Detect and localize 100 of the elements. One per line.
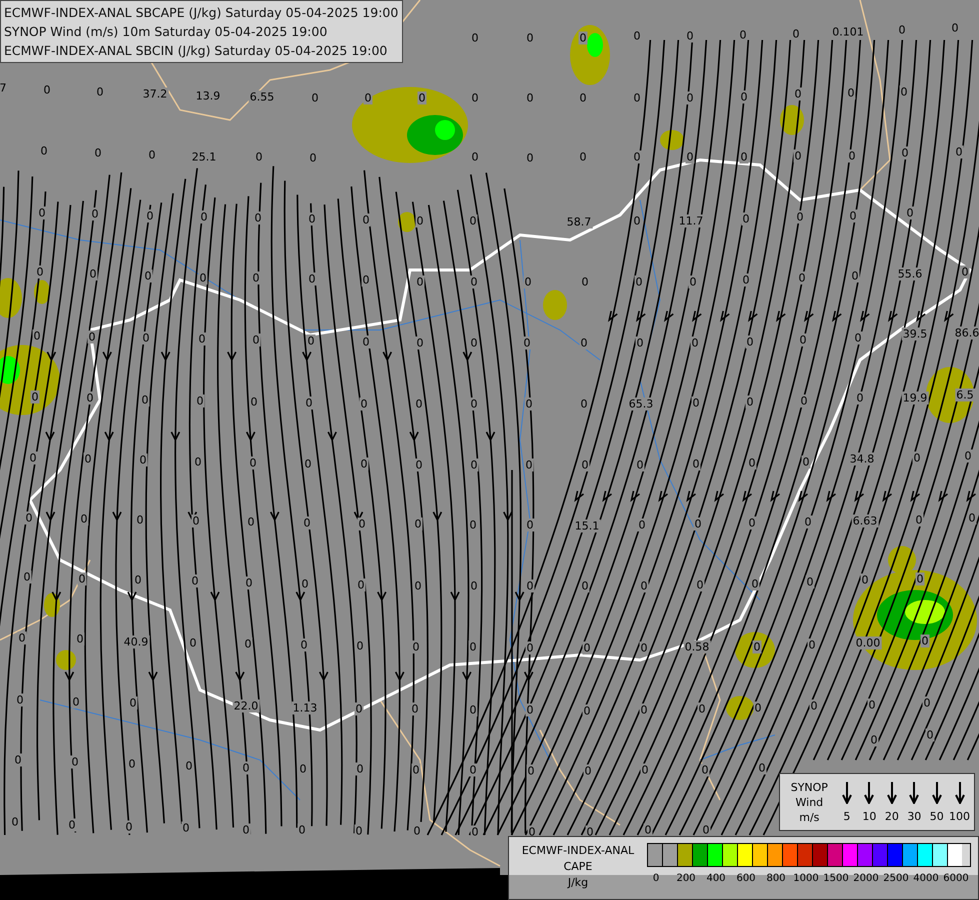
station-value: 0 [806,576,814,588]
station-value: 0 [414,398,424,410]
station-value: 0 [42,84,52,96]
station-value: 0 [184,760,194,772]
station-value: 0 [526,32,534,44]
station-value: 1.13 [292,702,318,714]
station-value: 6.55 [248,90,276,104]
station-value: 0 [244,638,252,650]
legend-title: Wind [796,794,824,810]
station-value: 0 [96,86,104,98]
station-value: 0 [900,146,910,160]
station-value: 0 [86,392,94,404]
station-value: 0 [310,92,320,104]
station-value: 0 [742,212,750,226]
station-value: 0 [416,276,424,288]
station-value: 0 [634,276,644,288]
station-value: 0 [140,394,150,406]
station-value: 0 [470,580,478,592]
cape-area [0,278,22,318]
scale-label: 4000 [912,873,940,884]
station-value: 0 [18,632,26,644]
station-value: 0 [250,396,258,408]
station-value: 0 [578,92,588,104]
station-value: 0 [90,208,100,220]
station-value: 0 [580,458,590,472]
station-value: 0 [632,30,642,42]
station-value: 0 [632,214,642,228]
station-value: 0 [244,576,254,590]
station-value: 13.9 [194,90,222,102]
station-value: 0 [22,570,32,584]
station-value: 0 [846,86,856,100]
station-value: 0 [848,210,858,222]
arrow-down-icon [886,782,897,804]
station-value: 0 [308,212,316,226]
station-value: 0 [870,734,878,746]
scale-label: 2500 [882,873,910,884]
legend-title: CAPE [564,859,592,875]
station-value: 0.00 [854,636,882,650]
station-value: 0 [418,92,426,104]
station-value: 0 [800,394,808,408]
station-value: 0 [580,336,588,350]
station-value: 0 [578,32,588,44]
station-value: 0 [526,92,534,104]
scale-label: 0 [652,873,660,884]
station-value: 0 [356,578,366,592]
station-value: 25.1 [190,150,218,164]
station-value: 0 [246,516,256,528]
station-value: 0 [354,702,364,716]
station-value: 55.6 [896,268,924,280]
station-value: 0 [362,214,370,226]
station-value: 0 [304,396,314,410]
station-value: 0 [526,764,536,778]
station-value: 34.8 [848,452,876,466]
station-value: 0 [76,632,84,646]
station-value: 0 [416,214,424,228]
station-value: 0 [414,518,422,530]
station-value: 0 [128,758,136,770]
station-value: 0 [470,92,480,104]
station-value: 0 [298,762,308,776]
cape-area [0,345,60,415]
station-value: 0 [912,452,922,464]
station-value: 0 [746,336,754,348]
scale-label: 800 [765,873,787,884]
station-value: 0 [144,270,152,282]
map-title: ECMWF-INDEX-ANAL SBCAPE (J/kg) Saturday 05-04-2025 19:00 [4,4,398,22]
speed-label: 30 [907,810,922,822]
station-value: 0 [798,334,808,346]
station-value: 0 [254,150,264,164]
station-value: 0 [470,458,478,472]
station-value: 0 [796,210,804,224]
station-value: 0 [950,22,960,34]
station-value: 0 [792,28,800,40]
station-value: 0 [740,150,748,164]
station-value: 0 [10,816,20,828]
station-value: 0 [354,824,364,838]
station-value: 0 [580,398,588,410]
station-value: 0 [580,276,590,288]
station-value: 11.7 [678,214,704,228]
map-title: ECMWF-INDEX-ANAL SBCIN (J/kg) Saturday 05-04-2025 19:00 [4,42,388,60]
station-value: 39.5 [902,328,928,340]
station-value: 0 [640,642,648,654]
station-value: 0 [298,824,306,836]
station-value: 6.63 [852,514,878,528]
station-value: 0 [78,572,86,586]
station-value: 0 [242,824,250,836]
station-value: 0 [644,824,652,836]
station-value: 0 [198,272,208,284]
station-value: 0 [80,512,88,526]
station-value: 0 [254,212,262,224]
station-value: 0 [746,396,754,408]
station-value: 0 [470,150,480,164]
station-value: 19.9 [902,392,928,404]
station-value: 65.3 [628,398,654,410]
station-value: 0 [88,330,96,344]
station-value: 0 [916,572,924,586]
station-value: 0 [188,636,198,650]
speed-label: 5 [843,810,850,822]
station-value: 0 [128,696,138,710]
station-value: 0 [146,210,154,222]
station-value: 0 [356,640,364,652]
